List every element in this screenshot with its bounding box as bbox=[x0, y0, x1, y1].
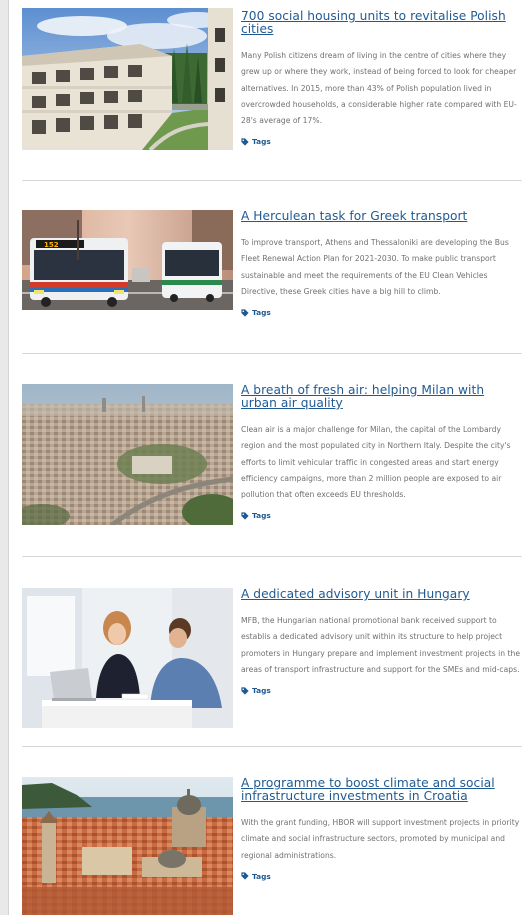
bus-photo: 152 bbox=[22, 210, 233, 310]
article-thumbnail-milan[interactable] bbox=[22, 384, 233, 525]
tags-label: Tags bbox=[252, 137, 271, 147]
article-text: A Herculean task for Greek transport To … bbox=[241, 210, 522, 318]
bus-destination-sign: 152 bbox=[44, 241, 59, 249]
article-divider bbox=[22, 353, 522, 354]
article-divider bbox=[22, 180, 522, 181]
tag-icon bbox=[241, 512, 249, 520]
article-summary: Many Polish citizens dream of living in … bbox=[241, 51, 517, 126]
article-divider bbox=[22, 746, 522, 747]
tags-link[interactable]: Tags bbox=[241, 308, 522, 317]
tag-icon bbox=[241, 687, 249, 695]
tag-icon bbox=[241, 138, 249, 146]
article-title-link[interactable]: A dedicated advisory unit in Hungary bbox=[241, 588, 522, 601]
tags-label: Tags bbox=[252, 511, 271, 521]
tags-label: Tags bbox=[252, 308, 271, 318]
article-text: A dedicated advisory unit in Hungary MFB… bbox=[241, 588, 522, 696]
tag-icon bbox=[241, 309, 249, 317]
article-title-link[interactable]: A Herculean task for Greek transport bbox=[241, 210, 522, 223]
article-title-link[interactable]: 700 social housing units to revitalise P… bbox=[241, 10, 522, 36]
article-thumbnail-croatia[interactable] bbox=[22, 777, 233, 915]
article-thumbnail-transport[interactable]: 152 bbox=[22, 210, 233, 310]
housing-photo bbox=[22, 8, 233, 150]
article-text: A breath of fresh air: helping Milan wit… bbox=[241, 384, 522, 521]
article-thumbnail-advisory[interactable] bbox=[22, 588, 233, 728]
article-title-link[interactable]: A programme to boost climate and social … bbox=[241, 777, 522, 803]
milan-aerial-photo bbox=[22, 384, 233, 525]
article-summary: With the grant funding, HBOR will suppor… bbox=[241, 818, 520, 860]
article-thumbnail-housing[interactable] bbox=[22, 8, 233, 150]
tags-link[interactable]: Tags bbox=[241, 686, 522, 695]
left-scroll-rail bbox=[0, 0, 9, 915]
tags-link[interactable]: Tags bbox=[241, 137, 522, 146]
article-title-link[interactable]: A breath of fresh air: helping Milan wit… bbox=[241, 384, 522, 410]
article-text: 700 social housing units to revitalise P… bbox=[241, 10, 522, 147]
article-divider bbox=[22, 556, 522, 557]
tags-link[interactable]: Tags bbox=[241, 872, 522, 881]
article-summary: To improve transport, Athens and Thessal… bbox=[241, 238, 509, 296]
tags-label: Tags bbox=[252, 871, 271, 881]
article-summary: Clean air is a major challenge for Milan… bbox=[241, 425, 511, 500]
dubrovnik-photo bbox=[22, 777, 233, 915]
article-text: A programme to boost climate and social … bbox=[241, 777, 522, 881]
tag-icon bbox=[241, 872, 249, 880]
tags-link[interactable]: Tags bbox=[241, 511, 522, 520]
office-meeting-photo bbox=[22, 588, 233, 728]
tags-label: Tags bbox=[252, 686, 271, 696]
article-summary: MFB, the Hungarian national promotional … bbox=[241, 616, 521, 674]
